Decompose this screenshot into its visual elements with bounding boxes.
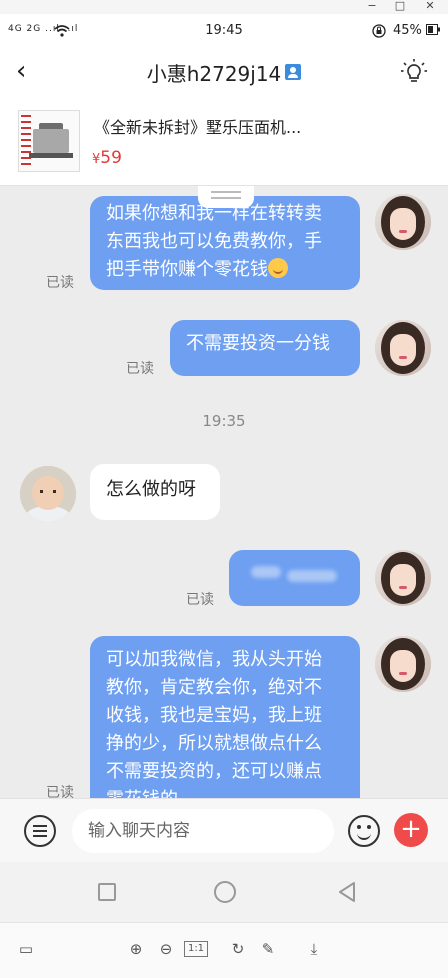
input-bar: + — [0, 798, 448, 862]
message-line: 不需要投资的，还可以赚点 — [106, 761, 322, 782]
zoom-out-icon[interactable]: ⊖ — [156, 939, 176, 959]
home-button[interactable] — [214, 881, 236, 903]
contact-title[interactable]: 小惠h2729j14 — [0, 58, 448, 87]
avatar-contact[interactable] — [20, 466, 76, 522]
menu-button[interactable] — [24, 815, 56, 847]
emoji-button[interactable] — [348, 815, 380, 847]
actual-size-icon[interactable]: 1:1 — [184, 941, 208, 957]
product-card[interactable]: 《全新未拆封》墅乐压面机... ¥59 — [0, 96, 448, 186]
message-line: 把手带你赚个零花钱 — [106, 256, 344, 284]
message-line: 不需要投资一分钱 — [186, 333, 330, 354]
message-line: 可以加我微信，我从头开始 — [106, 649, 322, 670]
message-line: 东西我也可以免费教你，手 — [106, 231, 322, 252]
status-bar: 4G 2G ..ıl ..ıl 19:45 45% — [0, 14, 448, 48]
product-thumbnail — [18, 110, 80, 172]
window-controls-bar: − □ ✕ — [0, 0, 448, 14]
rotation-lock-icon — [372, 24, 386, 38]
product-title: 《全新未拆封》墅乐压面机... — [94, 118, 302, 137]
message-bubble-outgoing[interactable]: 如果你想和我一样在转转卖 东西我也可以免费教你，手 把手带你赚个零花钱 — [90, 196, 360, 290]
rotate-icon[interactable]: ↻ — [228, 939, 248, 959]
zoom-in-icon[interactable]: ⊕ — [126, 939, 146, 959]
message-bubble-outgoing[interactable]: 可以加我微信，我从头开始 教你，肯定教会你，绝对不 收钱，我也是宝妈，我上班 挣… — [90, 636, 360, 798]
message-bubble-outgoing-blurred[interactable] — [229, 550, 360, 606]
layout-icon[interactable]: ▭ — [16, 939, 36, 959]
message-line: 怎么做的呀 — [106, 479, 196, 500]
chat-area[interactable]: 如果你想和我一样在转转卖 东西我也可以免费教你，手 把手带你赚个零花钱 已读 不… — [0, 186, 448, 798]
battery-percent: 45% — [392, 23, 422, 38]
maximize-button[interactable]: □ — [390, 0, 410, 14]
system-navigation-bar — [0, 862, 448, 922]
drag-handle[interactable] — [198, 186, 254, 208]
message-line: 收钱，我也是宝妈，我上班 — [106, 705, 322, 726]
plus-button[interactable]: + — [394, 813, 428, 847]
lightbulb-icon[interactable] — [400, 58, 428, 86]
smiling-face-emoji-icon — [268, 258, 288, 278]
read-receipt: 已读 — [126, 361, 154, 377]
chat-header: ‹ 小惠h2729j14 — [0, 48, 448, 96]
download-icon[interactable]: ⤓ — [304, 939, 324, 959]
message-line: 挣的少，所以就想做点什么 — [106, 733, 322, 754]
back-nav-icon[interactable] — [336, 881, 358, 903]
chat-timestamp: 19:35 — [202, 412, 246, 430]
chat-input[interactable] — [72, 809, 334, 853]
product-price: ¥59 — [92, 148, 122, 168]
message-bubble-incoming[interactable]: 怎么做的呀 — [90, 464, 220, 520]
message-line: 零花钱的。 — [106, 786, 344, 798]
avatar-self[interactable] — [375, 194, 431, 250]
read-receipt: 已读 — [46, 785, 74, 798]
recent-apps-button[interactable] — [98, 883, 116, 901]
avatar-self[interactable] — [375, 320, 431, 376]
message-line: 教你，肯定教会你，绝对不 — [106, 677, 322, 698]
close-button[interactable]: ✕ — [420, 0, 440, 14]
read-receipt: 已读 — [186, 592, 214, 608]
profile-card-icon[interactable] — [285, 64, 302, 80]
avatar-self[interactable] — [375, 550, 431, 606]
minimize-button[interactable]: − — [362, 0, 382, 14]
contact-name: 小惠h2729j14 — [146, 62, 282, 86]
message-bubble-outgoing[interactable]: 不需要投资一分钱 — [170, 320, 360, 376]
read-receipt: 已读 — [46, 275, 74, 291]
edit-icon[interactable]: ✎ — [258, 939, 278, 959]
battery-icon — [426, 24, 440, 35]
viewer-toolbar: ▭ ⊕ ⊖ 1:1 ↻ ✎ ⤓ — [0, 922, 448, 978]
avatar-self[interactable] — [375, 636, 431, 692]
battery-indicator: 45% — [393, 23, 440, 38]
price-value: 59 — [100, 148, 122, 168]
